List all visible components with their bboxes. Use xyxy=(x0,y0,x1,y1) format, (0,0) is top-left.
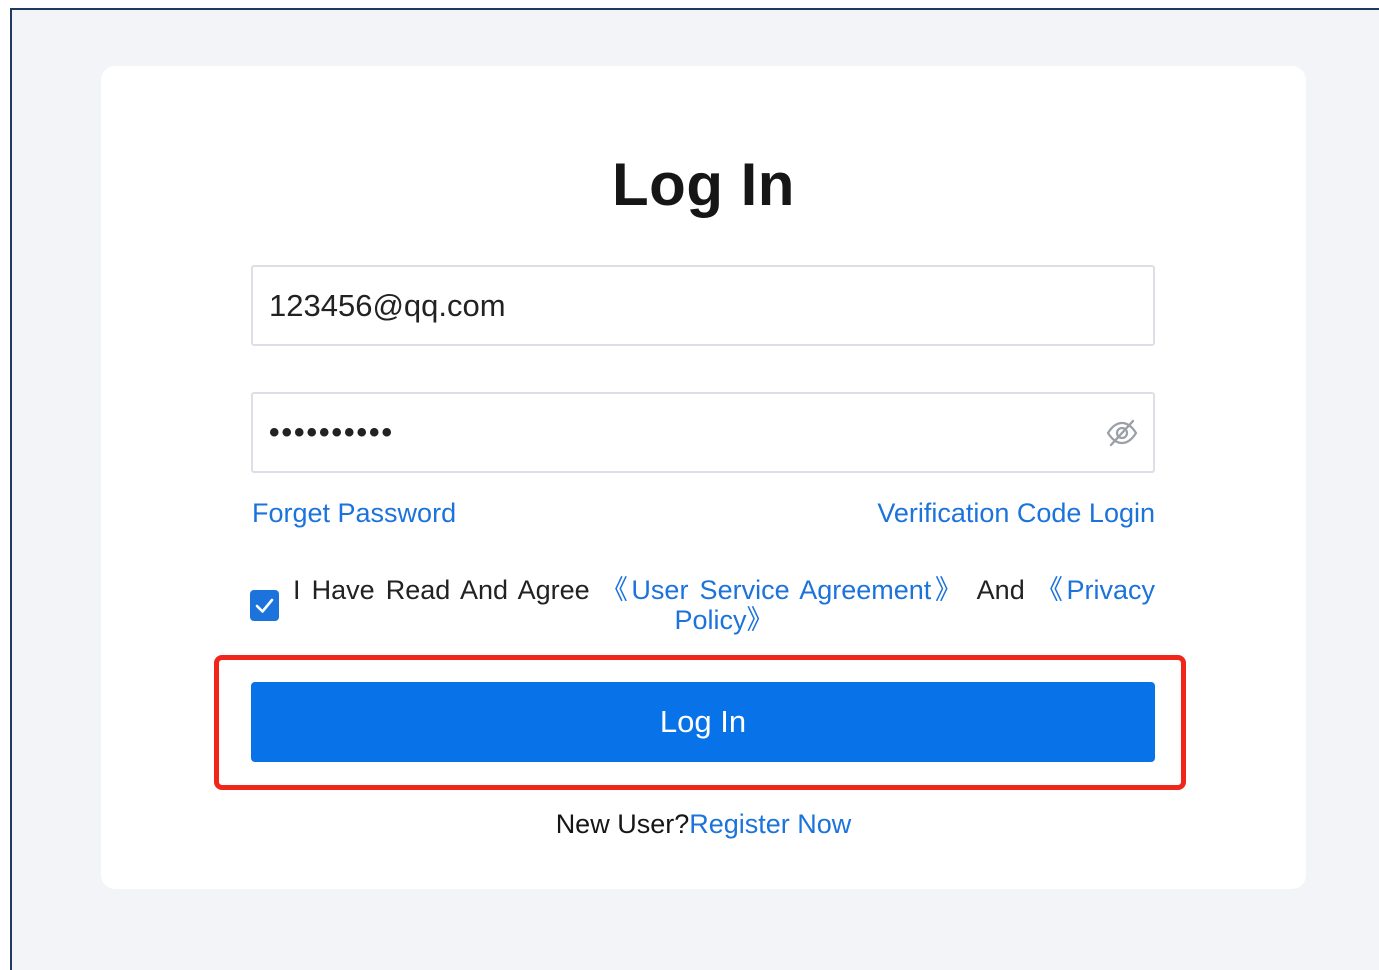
agreement-prefix: I Have Read And Agree xyxy=(293,575,590,605)
highlight-box xyxy=(214,655,1186,790)
verification-code-login-link[interactable]: Verification Code Login xyxy=(877,498,1155,529)
checkmark-icon xyxy=(255,598,274,613)
agreement-text: I Have Read And Agree 《User Service Agre… xyxy=(293,575,1155,635)
register-now-link[interactable]: Register Now xyxy=(689,809,851,839)
page-title: Log In xyxy=(612,151,795,218)
eye-off-icon[interactable] xyxy=(1105,416,1139,450)
password-input[interactable] xyxy=(253,394,1089,471)
register-prompt: New User?Register Now xyxy=(0,809,1379,840)
email-input[interactable] xyxy=(253,267,1089,344)
agreement-conjunction: And xyxy=(976,575,1025,605)
agree-checkbox[interactable] xyxy=(250,590,279,621)
email-field-wrapper xyxy=(251,265,1155,346)
new-user-text: New User? xyxy=(555,809,690,839)
forget-password-link[interactable]: Forget Password xyxy=(252,498,456,529)
password-field-wrapper xyxy=(251,392,1155,473)
user-service-agreement-link[interactable]: 《User Service Agreement》 xyxy=(601,575,966,605)
